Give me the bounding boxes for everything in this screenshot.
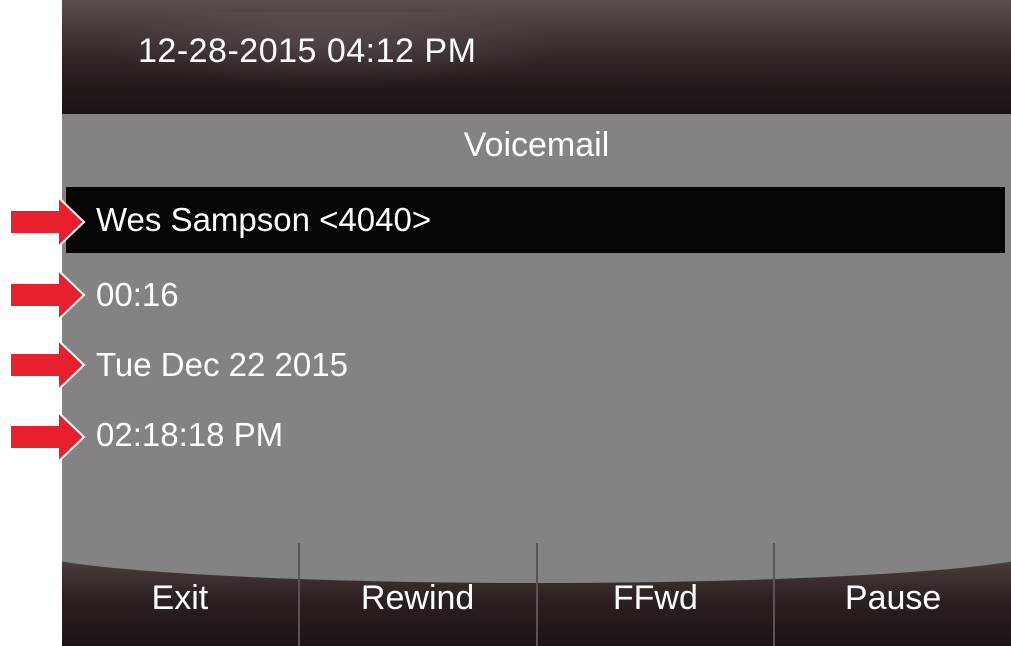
phone-screen: 12-28-2015 04:12 PM Voicemail Wes Sampso… (62, 0, 1011, 646)
softkey-bar: Exit Rewind FFwd Pause (62, 513, 1011, 646)
page-title: Voicemail (463, 126, 610, 164)
voicemail-date-row: Tue Dec 22 2015 (96, 346, 348, 383)
exit-softkey[interactable]: Exit (62, 543, 298, 646)
ffwd-softkey[interactable]: FFwd (535, 543, 774, 646)
red-arrow-icon (9, 268, 86, 322)
voicemail-duration-row: 00:16 (96, 276, 179, 313)
voicemail-caller-row[interactable]: Wes Sampson <4040> (66, 187, 1005, 253)
status-bar: 12-28-2015 04:12 PM (62, 0, 1011, 114)
phone-display-screenshot: 12-28-2015 04:12 PM Voicemail Wes Sampso… (0, 0, 1011, 646)
red-arrow-icon (9, 410, 86, 464)
voicemail-time-row: 02:18:18 PM (96, 416, 284, 453)
red-arrow-icon (9, 195, 86, 249)
pause-softkey[interactable]: Pause (773, 543, 1011, 646)
status-datetime: 12-28-2015 04:12 PM (138, 32, 477, 70)
red-arrow-icon (9, 338, 86, 392)
rewind-softkey[interactable]: Rewind (297, 543, 536, 646)
